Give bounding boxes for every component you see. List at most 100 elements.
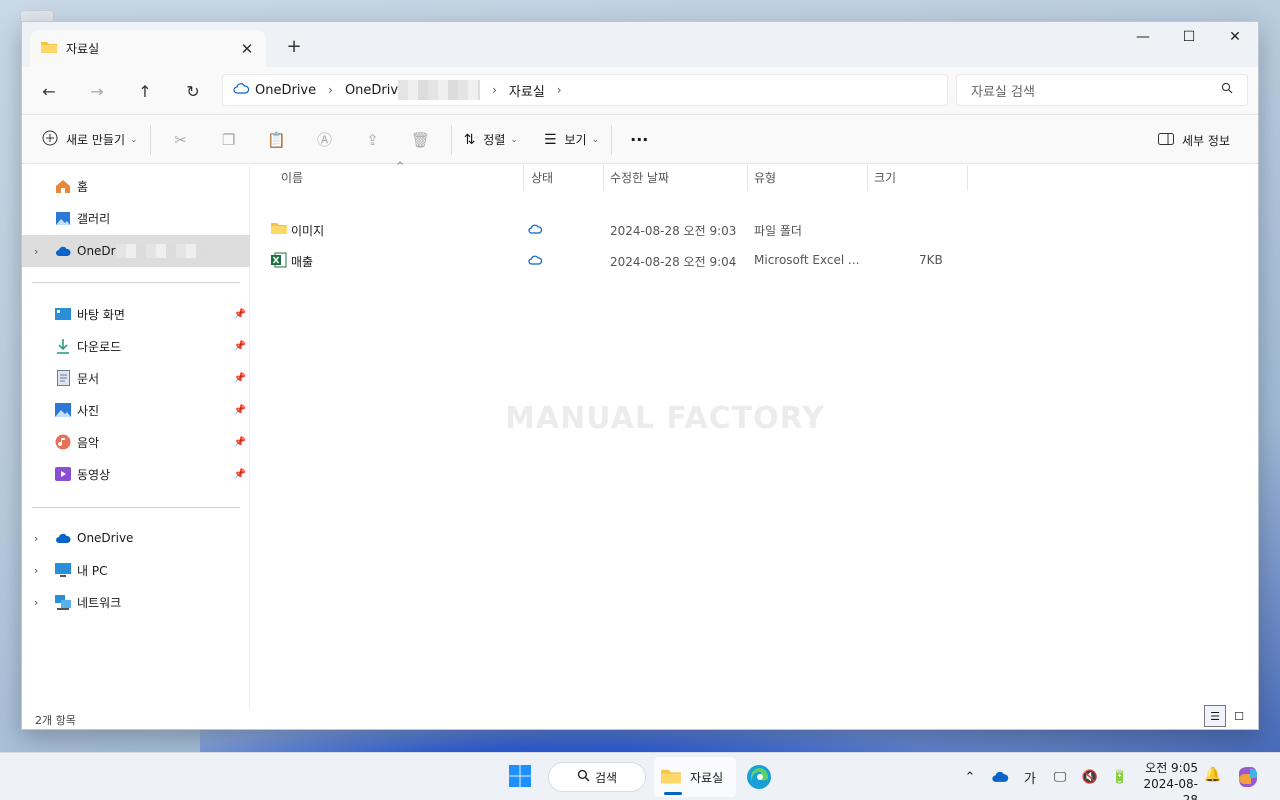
sort-button[interactable]: ⇅ 정렬 ⌄: [458, 124, 524, 156]
copy-icon[interactable]: ❐: [213, 124, 245, 156]
details-label: 세부 정보: [1182, 133, 1230, 148]
pin-icon[interactable]: 📌: [234, 341, 246, 352]
notification-bell-icon[interactable]: 🔔: [1204, 767, 1221, 783]
file-size: 7KB: [919, 253, 943, 267]
sidebar-item-videos[interactable]: 동영상 📌: [22, 459, 250, 489]
chevron-right-icon[interactable]: ›: [34, 532, 38, 545]
new-button[interactable]: 새로 만들기 ⌄: [36, 124, 144, 156]
command-bar: 새로 만들기 ⌄ ✂ ❐ 📋 Ⓐ ⇪ 🗑 ⇅ 정렬 ⌄ ☰ 보기 ⌄ ··· 세…: [22, 116, 1258, 164]
cut-icon[interactable]: ✂: [165, 124, 197, 156]
sort-icon: ⇅: [463, 131, 476, 148]
sidebar-item-label: 내 PC: [77, 563, 108, 578]
share-icon[interactable]: ⇪: [357, 124, 389, 156]
pin-icon[interactable]: 📌: [234, 469, 246, 480]
sidebar-item-onedrive[interactable]: › OneDrive: [22, 523, 250, 553]
sidebar-item-gallery[interactable]: 갤러리: [22, 203, 250, 233]
chevron-right-icon[interactable]: ›: [34, 245, 38, 258]
network-status-icon[interactable]: 🖵: [1045, 770, 1075, 785]
file-row-images-folder[interactable]: 이미지 2024-08-28 오전 9:03 파일 폴더: [251, 214, 951, 244]
details-pane-button[interactable]: 세부 정보: [1152, 124, 1236, 156]
onedrive-tray-icon[interactable]: [985, 771, 1015, 783]
column-divider[interactable]: [867, 165, 868, 191]
pin-icon[interactable]: 📌: [234, 373, 246, 384]
close-button[interactable]: ✕: [1212, 22, 1258, 52]
title-bar: 자료실 ✕ + — ☐ ✕: [22, 22, 1258, 67]
view-list-icon: ☰: [543, 131, 557, 148]
file-row-sales-excel[interactable]: 매출 2024-08-28 오전 9:04 Microsoft Excel ..…: [251, 245, 951, 275]
edge-browser-icon[interactable]: [746, 764, 772, 790]
taskbar-app-file-explorer[interactable]: 자료실: [654, 757, 736, 797]
pin-icon[interactable]: 📌: [234, 309, 246, 320]
taskbar-search[interactable]: 검색: [548, 762, 646, 792]
redacted-account-name: [398, 80, 481, 100]
breadcrumb-onedrive[interactable]: OneDrive: [255, 83, 316, 98]
pin-icon[interactable]: 📌: [234, 437, 246, 448]
file-modified: 2024-08-28 오전 9:04: [610, 255, 737, 269]
chevron-right-icon[interactable]: ›: [492, 83, 497, 97]
column-divider[interactable]: [967, 165, 968, 191]
taskbar-search-label: 검색: [594, 770, 618, 785]
sidebar-item-documents[interactable]: 문서 📌: [22, 363, 250, 393]
column-header-name[interactable]: 이름: [281, 165, 303, 189]
status-bar: 2개 항목 ☰ ☐: [22, 705, 1258, 729]
column-header-modified[interactable]: 수정한 날짜: [610, 165, 669, 189]
column-divider[interactable]: [523, 165, 524, 191]
taskbar-clock[interactable]: 오전 9:05 2024-08-28: [1134, 760, 1198, 800]
column-header-size[interactable]: 크기: [874, 165, 896, 189]
pin-icon[interactable]: 📌: [234, 405, 246, 416]
cloud-sync-icon: [528, 223, 543, 237]
home-icon: [54, 177, 72, 195]
cloud-sync-icon: [528, 254, 543, 268]
back-button[interactable]: ←: [34, 76, 64, 106]
column-header-status[interactable]: 상태: [531, 165, 553, 189]
sidebar-item-this-pc[interactable]: › 내 PC: [22, 555, 250, 585]
more-options-button[interactable]: ···: [624, 124, 654, 156]
tab-jaryosil[interactable]: 자료실 ✕: [30, 30, 266, 67]
ime-indicator[interactable]: 가: [1015, 768, 1045, 787]
new-tab-button[interactable]: +: [284, 36, 304, 57]
chevron-right-icon[interactable]: ›: [34, 596, 38, 609]
battery-icon[interactable]: 🔋: [1105, 770, 1135, 785]
documents-icon: [54, 369, 72, 387]
sidebar-item-home[interactable]: 홈: [22, 171, 250, 201]
maximize-button[interactable]: ☐: [1166, 22, 1212, 52]
column-divider[interactable]: [603, 165, 604, 191]
sidebar-item-label: 음악: [77, 435, 100, 450]
rename-icon[interactable]: Ⓐ: [309, 124, 341, 156]
sidebar-item-network[interactable]: › 네트워크: [22, 587, 250, 617]
refresh-button[interactable]: ↻: [178, 76, 208, 106]
paste-icon[interactable]: 📋: [261, 124, 293, 156]
toolbar-divider: [611, 124, 613, 155]
address-bar[interactable]: OneDrive › OneDriv › 자료실 ›: [222, 74, 948, 106]
minimize-button[interactable]: —: [1120, 22, 1166, 52]
search-input[interactable]: 자료실 검색: [956, 74, 1248, 106]
chevron-up-icon[interactable]: ⌃: [955, 770, 985, 785]
column-header-type[interactable]: 유형: [754, 165, 776, 189]
breadcrumb-onedrive-account[interactable]: OneDriv: [345, 80, 481, 100]
sidebar-item-downloads[interactable]: 다운로드 📌: [22, 331, 250, 361]
column-divider[interactable]: [747, 165, 748, 191]
sidebar-item-desktop[interactable]: 바탕 화면 📌: [22, 299, 250, 329]
view-button[interactable]: ☰ 보기 ⌄: [538, 124, 605, 156]
details-view-icon: ☰: [1210, 709, 1220, 723]
up-button[interactable]: ↑: [130, 76, 160, 106]
chevron-right-icon[interactable]: ›: [328, 83, 333, 97]
copilot-icon[interactable]: [1236, 765, 1260, 792]
chevron-right-icon[interactable]: ›: [34, 564, 38, 577]
sidebar-item-music[interactable]: 음악 📌: [22, 427, 250, 457]
sidebar-item-pictures[interactable]: 사진 📌: [22, 395, 250, 425]
chevron-right-icon[interactable]: ›: [557, 83, 562, 97]
windows-logo-icon: [509, 765, 531, 787]
folder-icon: [40, 40, 58, 57]
forward-button[interactable]: →: [82, 76, 112, 106]
start-button[interactable]: [508, 764, 534, 790]
volume-muted-icon[interactable]: 🔇: [1075, 770, 1105, 785]
sidebar-item-onedrive-account[interactable]: › OneDr: [22, 235, 250, 267]
onedrive-icon: [233, 82, 250, 98]
details-view-button[interactable]: ☰: [1204, 705, 1226, 727]
delete-icon[interactable]: 🗑: [405, 124, 437, 156]
tiles-view-button[interactable]: ☐: [1228, 705, 1250, 727]
breadcrumb-jaryosil[interactable]: 자료실: [509, 81, 545, 100]
tab-close-icon[interactable]: ✕: [238, 40, 256, 58]
details-pane-icon: [1158, 132, 1175, 148]
